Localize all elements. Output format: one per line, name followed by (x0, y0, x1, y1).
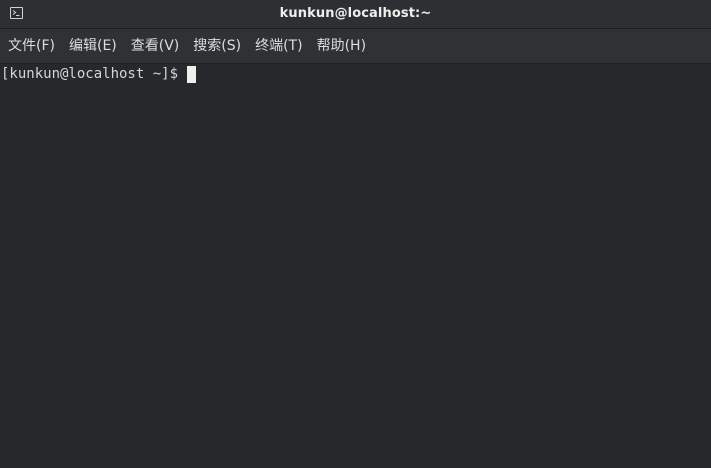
terminal-area[interactable]: [kunkun@localhost ~]$ (0, 64, 711, 468)
menu-terminal[interactable]: 终端(T) (250, 29, 307, 64)
window-title: kunkun@localhost:~ (279, 6, 432, 21)
menu-help[interactable]: 帮助(H) (312, 29, 371, 64)
menu-search[interactable]: 搜索(S) (188, 29, 246, 64)
menu-file[interactable]: 文件(F) (3, 29, 60, 64)
menu-bar: 文件(F) 编辑(E) 查看(V) 搜索(S) 终端(T) 帮助(H) (0, 29, 711, 64)
title-bar[interactable]: kunkun@localhost:~ (0, 0, 711, 29)
shell-prompt: [kunkun@localhost ~]$ (1, 66, 179, 82)
menu-edit[interactable]: 编辑(E) (64, 29, 122, 64)
terminal-window: kunkun@localhost:~ 文件(F) 编辑(E) 查看(V) 搜索(… (0, 0, 711, 468)
text-cursor (187, 65, 197, 83)
prompt-line: [kunkun@localhost ~]$ (1, 65, 197, 83)
menu-view[interactable]: 查看(V) (126, 29, 185, 64)
